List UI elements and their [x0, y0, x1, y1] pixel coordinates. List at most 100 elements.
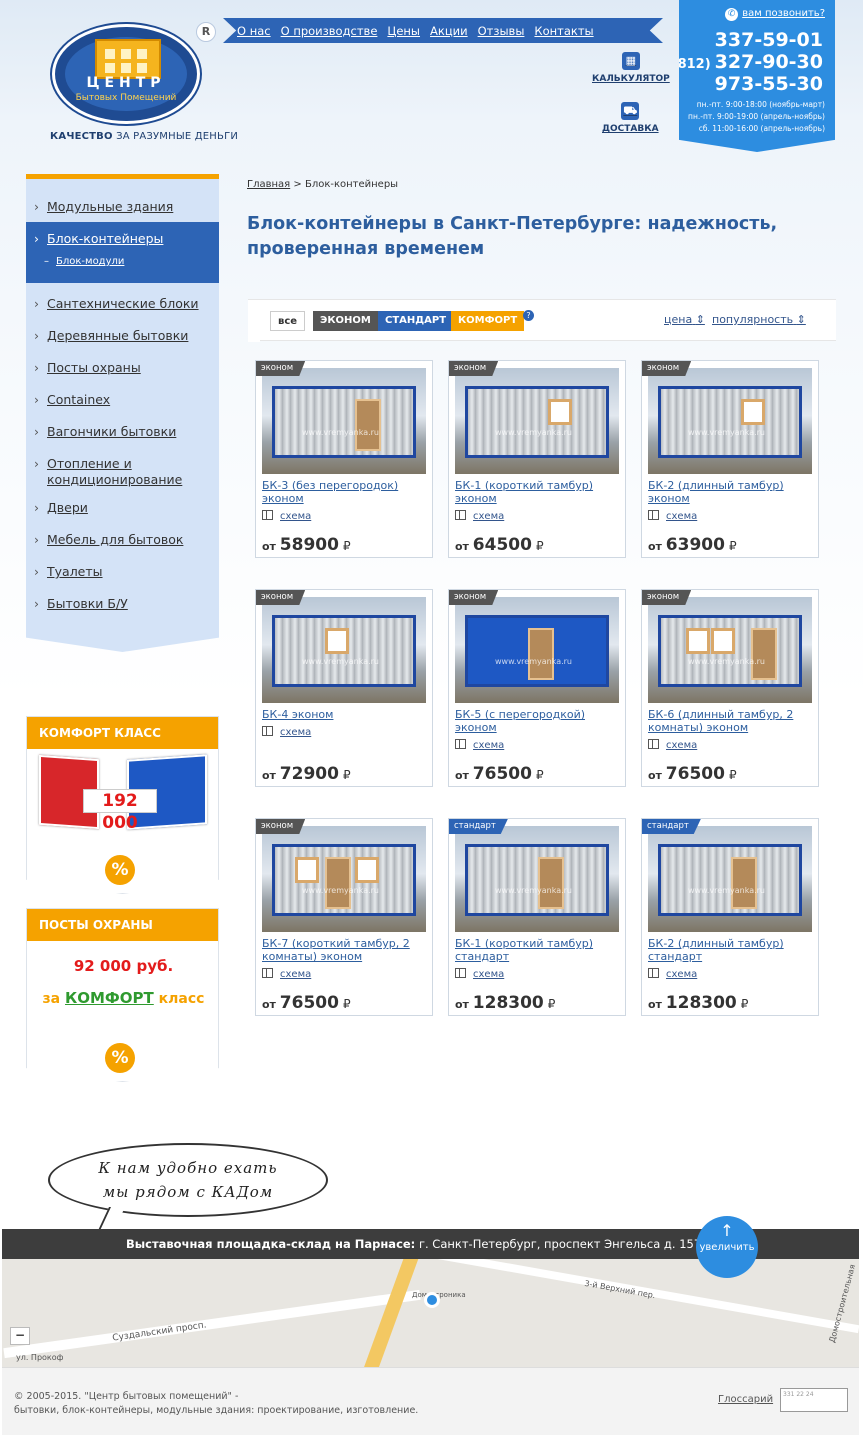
- class-tag: эконом: [256, 590, 306, 605]
- sidebar-subitem-block-modules[interactable]: Блок-модули: [44, 256, 124, 267]
- product-card[interactable]: www.vremyanka.ru стандарт БК-2 (длинный та…: [641, 818, 819, 1016]
- scheme-link[interactable]: схема: [648, 968, 697, 980]
- product-photo[interactable]: www.vremyanka.ru: [262, 826, 426, 932]
- window-shape: [355, 857, 379, 883]
- scheme-label: схема: [473, 969, 505, 980]
- nav-production[interactable]: О производстве: [281, 24, 378, 38]
- delivery-link[interactable]: ⛟ ДОСТАВКА: [602, 102, 659, 134]
- product-card[interactable]: www.vremyanka.ru эконом БК-1 (короткий там…: [448, 360, 626, 558]
- map-enlarge-button[interactable]: ↑ увеличить: [696, 1216, 758, 1278]
- door-shape: [538, 857, 564, 909]
- product-name[interactable]: БК-5 (с перегородкой) эконом: [455, 708, 621, 734]
- scheme-link[interactable]: схема: [455, 739, 504, 751]
- price-prefix: от: [455, 540, 469, 553]
- filter-comfort[interactable]: КОМФОРТ: [451, 311, 525, 331]
- scheme-link[interactable]: схема: [648, 510, 697, 522]
- product-photo[interactable]: www.vremyanka.ru: [262, 597, 426, 703]
- product-photo[interactable]: www.vremyanka.ru: [455, 368, 619, 474]
- product-card[interactable]: www.vremyanka.ru эконом БК-3 (без перегоро…: [255, 360, 433, 558]
- sidebar-item-block-containers[interactable]: Блок-контейнеры: [34, 231, 163, 246]
- glossary-link[interactable]: Глоссарий: [718, 1394, 773, 1405]
- product-card[interactable]: www.vremyanka.ru стандарт БК-1 (короткий т…: [448, 818, 626, 1016]
- calculator-link[interactable]: ▦ КАЛЬКУЛЯТОР: [592, 52, 670, 84]
- product-name[interactable]: БК-1 (короткий тамбур) стандарт: [455, 937, 621, 963]
- price-prefix: от: [648, 769, 662, 782]
- sidebar-item-plumbing[interactable]: Сантехнические блоки: [26, 296, 199, 311]
- floor-plan-icon: [455, 968, 466, 978]
- product-card[interactable]: www.vremyanka.ru эконом БК-2 (длинный тамб…: [641, 360, 819, 558]
- class-tag: стандарт: [642, 819, 701, 834]
- sidebar-item-wagons[interactable]: Вагончики бытовки: [26, 424, 176, 439]
- callback-label: вам позвонить?: [742, 8, 825, 19]
- watermark: www.vremyanka.ru: [302, 428, 380, 437]
- breadcrumb-home[interactable]: Главная: [247, 179, 290, 190]
- product-card[interactable]: www.vremyanka.ru эконом БК-4 эконом схема от…: [255, 589, 433, 787]
- product-name[interactable]: БК-1 (короткий тамбур) эконом: [455, 479, 621, 505]
- filter-economy[interactable]: ЭКОНОМ: [313, 311, 378, 331]
- phone-number-1: 337-59-01: [714, 29, 823, 51]
- scheme-link[interactable]: схема: [455, 968, 504, 980]
- product-name[interactable]: БК-3 (без перегородок) эконом: [262, 479, 428, 505]
- product-card[interactable]: www.vremyanka.ru эконом БК-7 (короткий там…: [255, 818, 433, 1016]
- breadcrumb: Главная > Блок-контейнеры: [247, 179, 398, 190]
- scheme-link[interactable]: схема: [648, 739, 697, 751]
- product-card[interactable]: www.vremyanka.ru эконом БК-6 (длинный тамб…: [641, 589, 819, 787]
- product-name[interactable]: БК-4 эконом: [262, 708, 428, 721]
- visit-counter[interactable]: 331 22 24: [780, 1388, 848, 1412]
- filter-standard[interactable]: СТАНДАРТ: [378, 311, 454, 331]
- scheme-link[interactable]: схема: [455, 510, 504, 522]
- sidebar-item-wooden[interactable]: Деревянные бытовки: [26, 328, 188, 343]
- callback-link[interactable]: ✆ вам позвонить?: [725, 8, 825, 21]
- sidebar-item-modular[interactable]: Модульные здания: [26, 199, 173, 214]
- map-zoom-out-button[interactable]: −: [10, 1327, 30, 1345]
- sort-popularity[interactable]: популярность ⇕: [712, 313, 806, 326]
- product-photo[interactable]: www.vremyanka.ru: [455, 826, 619, 932]
- product-name[interactable]: БК-7 (короткий тамбур, 2 комнаты) эконом: [262, 937, 428, 963]
- bubble-line-2: мы рядом с КАДом: [102, 1183, 274, 1201]
- product-name[interactable]: БК-6 (длинный тамбур, 2 комнаты) эконом: [648, 708, 814, 734]
- watermark: www.vremyanka.ru: [302, 657, 380, 666]
- sidebar-item-heating[interactable]: Отопление и кондиционирование: [26, 456, 196, 488]
- product-name[interactable]: БК-2 (длинный тамбур) эконом: [648, 479, 814, 505]
- site-logo[interactable]: ЦЕНТР Бытовых Помещений: [52, 24, 200, 124]
- sidebar-item-doors[interactable]: Двери: [26, 500, 88, 515]
- nav-prices[interactable]: Цены: [387, 24, 420, 38]
- product-photo[interactable]: www.vremyanka.ru: [648, 597, 812, 703]
- window-shape: [295, 857, 319, 883]
- filter-all[interactable]: все: [270, 311, 306, 331]
- help-icon[interactable]: ?: [523, 310, 534, 321]
- product-photo[interactable]: www.vremyanka.ru: [262, 368, 426, 474]
- nav-about[interactable]: О нас: [237, 24, 271, 38]
- sidebar-item-containex[interactable]: Containex: [26, 392, 110, 407]
- phone-panel: ✆ вам позвонить? 337-59-01 (812) 327-90-30…: [679, 0, 835, 152]
- scheme-link[interactable]: схема: [262, 726, 311, 738]
- container-image: [272, 615, 416, 687]
- product-photo[interactable]: www.vremyanka.ru: [648, 368, 812, 474]
- footer-description: бытовки, блок-контейнеры, модульные здан…: [14, 1405, 419, 1416]
- sidebar-item-guard-posts[interactable]: Посты охраны: [26, 360, 141, 375]
- sidebar-item-active[interactable]: Блок-контейнеры Блок-модули: [26, 222, 219, 283]
- product-photo[interactable]: www.vremyanka.ru: [455, 597, 619, 703]
- product-price: от 64500 ₽: [455, 535, 544, 555]
- floor-plan-icon: [648, 510, 659, 520]
- page-title: Блок-контейнеры в Санкт-Петербурге: наде…: [247, 214, 778, 259]
- product-photo[interactable]: www.vremyanka.ru: [648, 826, 812, 932]
- map-marker-icon[interactable]: [424, 1292, 440, 1308]
- nav-reviews[interactable]: Отзывы: [478, 24, 525, 38]
- sidebar-item-toilets[interactable]: Туалеты: [26, 564, 103, 579]
- sidebar-item-used[interactable]: Бытовки Б/У: [26, 596, 128, 611]
- nav-promotions[interactable]: Акции: [430, 24, 468, 38]
- currency-icon: ₽: [728, 539, 737, 553]
- phone-number-2: (812) 327-90-30: [679, 51, 823, 73]
- sidebar-item-furniture[interactable]: Мебель для бытовок: [26, 532, 183, 547]
- promo-guard-posts[interactable]: ПОСТЫ ОХРАНЫ 92 000 руб. за КОМФОРТ клас…: [26, 908, 219, 1082]
- floor-plan-icon: [648, 739, 659, 749]
- sort-price[interactable]: цена ⇕: [664, 313, 705, 326]
- scheme-link[interactable]: схема: [262, 510, 311, 522]
- promo-comfort[interactable]: КОМФОРТ КЛАСС 192 000 %: [26, 716, 219, 894]
- scheme-link[interactable]: схема: [262, 968, 311, 980]
- window-shape: [711, 628, 735, 654]
- product-name[interactable]: БК-2 (длинный тамбур) стандарт: [648, 937, 814, 963]
- product-card[interactable]: www.vremyanka.ru эконом БК-5 (с перегородк…: [448, 589, 626, 787]
- nav-contacts[interactable]: Контакты: [534, 24, 593, 38]
